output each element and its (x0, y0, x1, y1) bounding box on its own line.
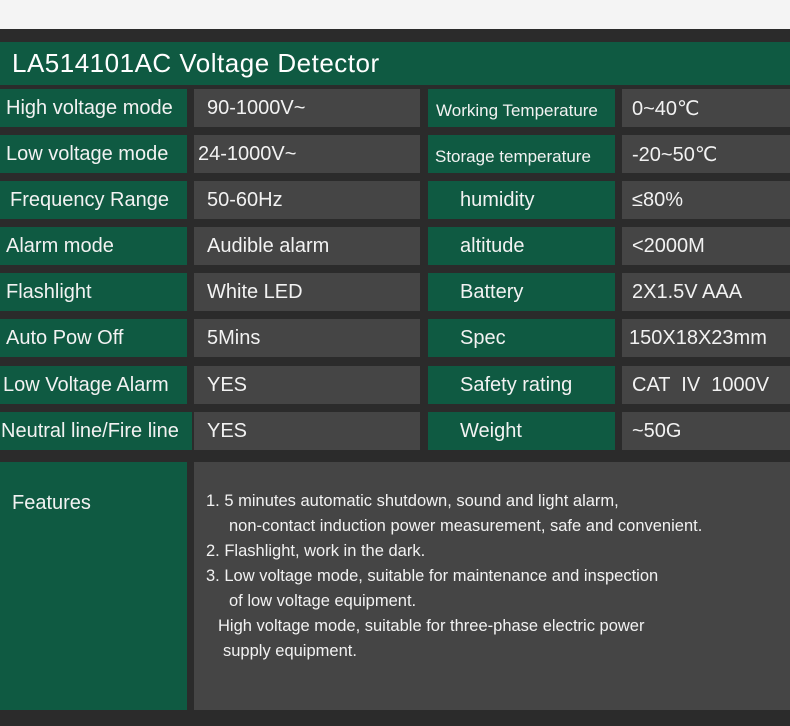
spec-label-storage-temperature: Storage temperature (428, 135, 615, 173)
product-name: AC Voltage Detector (134, 48, 380, 78)
feature-line: 3. Low voltage mode, suitable for mainte… (206, 567, 659, 585)
spec-value-safety-rating: CAT IV 1000V (622, 366, 790, 404)
spec-label-low-voltage-alarm: Low Voltage Alarm (0, 366, 187, 404)
spec-label-safety-rating: Safety rating (428, 366, 615, 404)
spec-label-working-temperature: Working Temperature (428, 89, 615, 127)
spec-label-high-voltage-mode: High voltage mode (0, 89, 187, 127)
spec-value-high-voltage-mode: 90-1000V~ (194, 89, 420, 127)
features-text: 1. 5 minutes automatic shutdown, sound a… (194, 462, 790, 710)
spec-value-frequency-range: 50-60Hz (194, 181, 420, 219)
top-band (0, 0, 790, 29)
spec-value-storage-temperature: -20~50℃ (622, 135, 790, 173)
spec-value-spec: 150X18X23mm (622, 319, 790, 357)
spec-value-altitude: <2000M (622, 227, 790, 265)
features-label: Features (0, 462, 187, 710)
feature-line: High voltage mode, suitable for three-ph… (218, 617, 645, 635)
spec-label-frequency-range: Frequency Range (0, 181, 187, 219)
spec-label-flashlight: Flashlight (0, 273, 187, 311)
spec-label-humidity: humidity (428, 181, 615, 219)
spec-label-low-voltage-mode: Low voltage mode (0, 135, 187, 173)
spec-label-neutral-fire-line: Neutral line/Fire line (0, 412, 192, 450)
spec-value-low-voltage-mode: 24-1000V~ (194, 135, 420, 173)
spec-value-weight: ~50G (622, 412, 790, 450)
spec-value-working-temperature: 0~40℃ (622, 89, 790, 127)
spec-label-spec: Spec (428, 319, 615, 357)
spec-value-humidity: ≤80% (622, 181, 790, 219)
spec-value-battery: 2X1.5V AAA (622, 273, 790, 311)
spec-label-altitude: altitude (428, 227, 615, 265)
feature-line: supply equipment. (223, 642, 357, 660)
feature-line: non-contact induction power measurement,… (229, 517, 703, 535)
feature-line: 1. 5 minutes automatic shutdown, sound a… (206, 492, 619, 510)
spec-value-auto-power-off: 5Mins (194, 319, 420, 357)
page-title: LA514101 AC Voltage Detector (0, 42, 790, 85)
feature-line: of low voltage equipment. (229, 592, 417, 610)
feature-line: 2. Flashlight, work in the dark. (206, 542, 426, 560)
spec-label-battery: Battery (428, 273, 615, 311)
spec-value-alarm-mode: Audible alarm (194, 227, 420, 265)
model-number: LA514101 (12, 48, 135, 78)
spec-label-auto-power-off: Auto Pow Off (0, 319, 187, 357)
spec-label-alarm-mode: Alarm mode (0, 227, 187, 265)
spec-value-neutral-fire-line: YES (194, 412, 420, 450)
spec-value-flashlight: White LED (194, 273, 420, 311)
spec-value-low-voltage-alarm: YES (194, 366, 420, 404)
spec-label-weight: Weight (428, 412, 615, 450)
